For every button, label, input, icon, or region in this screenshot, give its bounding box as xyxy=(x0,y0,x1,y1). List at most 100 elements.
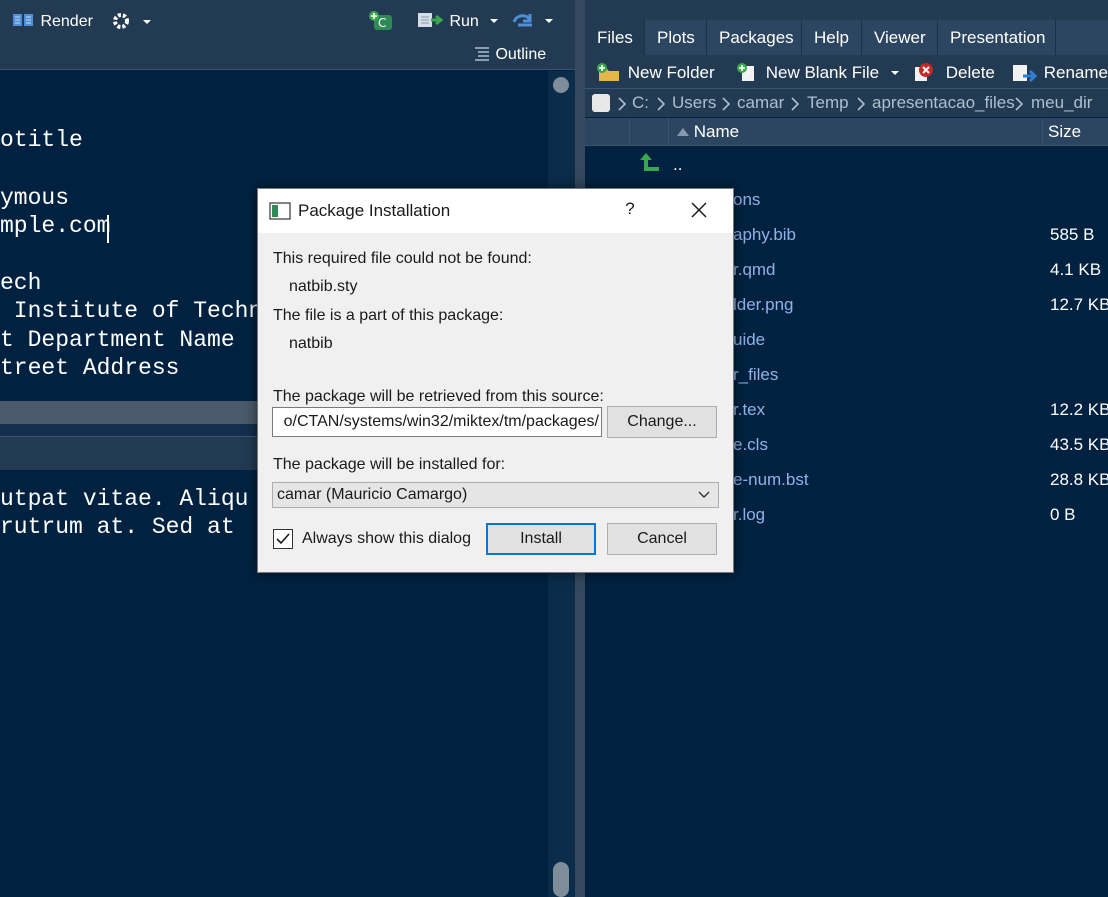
gear-icon xyxy=(113,13,129,29)
pane-tabs: Files Plots Packages Help Viewer Present… xyxy=(585,20,1108,55)
tab-packages[interactable]: Packages xyxy=(707,20,802,55)
tab-plots[interactable]: Plots xyxy=(645,20,707,55)
file-name[interactable]: r.qmd xyxy=(733,260,776,280)
rename-button[interactable]: Rename xyxy=(1011,61,1108,85)
rerun-button[interactable] xyxy=(510,10,554,34)
scrollbar-thumb[interactable] xyxy=(553,862,569,897)
source-label: The package will be retrieved from this … xyxy=(273,388,604,405)
source-url-value: o/CTAN/systems/win32/miktex/tm/packages/ xyxy=(283,413,599,430)
chevron-down-icon xyxy=(890,71,899,75)
source-url-input[interactable]: o/CTAN/systems/win32/miktex/tm/packages/ xyxy=(272,407,602,437)
help-button[interactable]: ? xyxy=(618,199,642,219)
render-button[interactable]: Render xyxy=(12,10,93,34)
chevron-right-icon xyxy=(657,97,665,111)
delete-button[interactable]: Delete xyxy=(913,61,995,85)
breadcrumb-item[interactable]: camar xyxy=(737,92,784,114)
tab-presentation[interactable]: Presentation xyxy=(938,20,1056,55)
file-size: 4.1 KB xyxy=(1050,260,1102,279)
tab-files[interactable]: Files xyxy=(585,20,645,55)
chevron-down-icon xyxy=(698,491,710,498)
new-folder-label: New Folder xyxy=(627,63,715,82)
editor-line: ech xyxy=(0,270,42,296)
column-divider xyxy=(629,118,630,146)
scrollbar-thumb[interactable] xyxy=(553,77,569,93)
change-button[interactable]: Change... xyxy=(607,406,717,438)
file-name[interactable]: .. xyxy=(673,155,682,175)
new-blank-file-icon xyxy=(737,63,754,81)
run-label: Run xyxy=(449,13,479,30)
installed-for-select[interactable]: camar (Mauricio Camargo) xyxy=(272,482,719,508)
file-size: 0 B xyxy=(1050,505,1076,524)
insert-chunk-button[interactable]: C xyxy=(368,10,394,34)
svg-text:C: C xyxy=(378,16,386,30)
file-size: 43.5 KB xyxy=(1050,435,1108,454)
always-show-label[interactable]: Always show this dialog xyxy=(302,530,471,548)
rename-label: Rename xyxy=(1043,63,1108,82)
installed-for-label: The package will be installed for: xyxy=(273,456,506,473)
new-blank-file-button[interactable]: New Blank File xyxy=(735,61,900,85)
installed-for-value: camar (Mauricio Camargo) xyxy=(277,486,468,503)
new-folder-icon xyxy=(597,63,619,81)
chevron-right-icon xyxy=(857,97,865,111)
app-window-icon xyxy=(269,202,291,220)
run-icon xyxy=(418,13,444,27)
file-name[interactable]: ons xyxy=(733,190,760,210)
console-line: utpat vitae. Aliqu xyxy=(0,486,249,512)
table-row[interactable]: .. xyxy=(585,148,1108,183)
rerun-icon xyxy=(512,14,532,27)
cancel-button[interactable]: Cancel xyxy=(607,523,717,555)
tab-help[interactable]: Help xyxy=(802,20,862,55)
file-name[interactable]: aphy.bib xyxy=(733,225,796,245)
editor-line: otitle xyxy=(0,127,83,153)
breadcrumb-item[interactable]: Users xyxy=(672,92,716,114)
up-directory-icon xyxy=(640,153,659,171)
chevron-down-icon xyxy=(143,20,152,24)
chevron-down-icon xyxy=(490,19,499,23)
breadcrumb-item[interactable]: meu_dir xyxy=(1031,92,1092,114)
select-all-checkbox[interactable] xyxy=(592,94,610,112)
file-size: 28.8 KB xyxy=(1050,470,1108,489)
new-folder-button[interactable]: New Folder xyxy=(595,61,715,85)
outline-label: Outline xyxy=(495,46,547,63)
required-file-label: This required file could not be found: xyxy=(273,250,532,267)
render-label: Render xyxy=(40,13,93,30)
chevron-right-icon xyxy=(1015,97,1023,111)
file-size: 585 B xyxy=(1050,225,1095,244)
dialog-title: Package Installation xyxy=(298,201,451,220)
console-line: rutrum at. Sed at xyxy=(0,514,235,540)
editor-line: treet Address xyxy=(0,355,180,381)
dialog-title-bar[interactable]: Package Installation ? xyxy=(258,189,733,233)
package-installation-dialog: Package Installation ? This required fil… xyxy=(257,188,734,573)
file-table-header: Name Size xyxy=(585,118,1108,146)
part-of-package-label: The file is a part of this package: xyxy=(273,307,504,324)
size-column-header[interactable]: Size xyxy=(1048,118,1081,146)
insert-chunk-icon: C xyxy=(369,11,392,30)
chevron-down-icon xyxy=(545,19,554,23)
file-name[interactable]: lder.png xyxy=(733,295,794,315)
file-size: 12.2 KB xyxy=(1050,400,1108,419)
file-name[interactable]: r.tex xyxy=(733,400,765,420)
file-name[interactable]: uide xyxy=(733,330,765,350)
name-column-header[interactable]: Name xyxy=(677,118,739,146)
outline-icon xyxy=(475,47,489,61)
outline-button[interactable]: Outline xyxy=(473,45,546,64)
breadcrumb-item[interactable]: C: xyxy=(632,92,649,114)
run-button[interactable]: Run xyxy=(417,10,499,34)
breadcrumb-item[interactable]: apresentacao_files xyxy=(872,92,1015,114)
always-show-checkbox[interactable] xyxy=(273,529,293,549)
file-name[interactable]: r.log xyxy=(733,505,765,525)
file-name[interactable]: r_files xyxy=(733,365,778,385)
rename-icon xyxy=(1013,65,1038,83)
close-icon[interactable] xyxy=(686,197,712,223)
tab-viewer[interactable]: Viewer xyxy=(862,20,938,55)
sort-ascending-icon xyxy=(677,128,689,136)
install-button[interactable]: Install xyxy=(486,523,596,555)
breadcrumb-item[interactable]: Temp xyxy=(807,92,849,114)
checkmark-icon xyxy=(276,533,290,545)
gear-menu-button[interactable] xyxy=(110,10,152,34)
delete-icon xyxy=(915,63,933,81)
required-file-name: natbib.sty xyxy=(289,278,358,295)
package-name: natbib xyxy=(289,335,333,352)
file-name[interactable]: e.cls xyxy=(733,435,768,455)
file-name[interactable]: e-num.bst xyxy=(733,470,809,490)
